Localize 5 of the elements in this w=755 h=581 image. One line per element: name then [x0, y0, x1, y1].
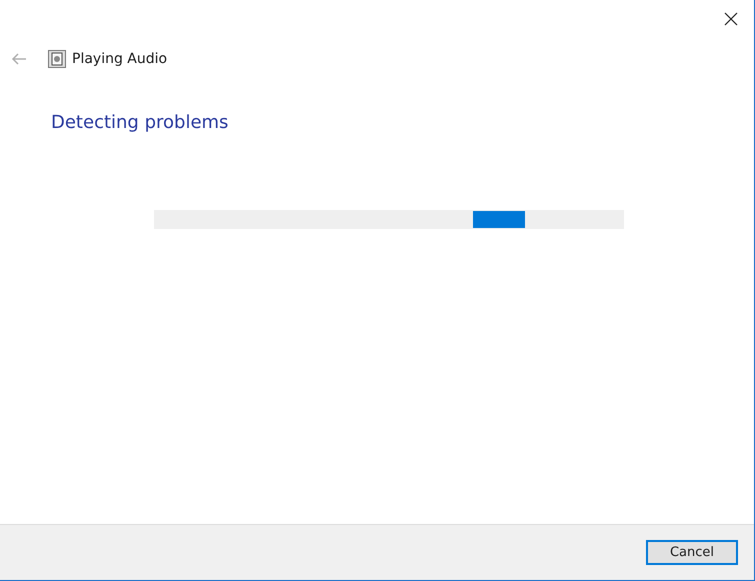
- page-heading: Detecting problems: [51, 112, 230, 133]
- window-title: Playing Audio: [72, 51, 168, 67]
- progress-marquee: [473, 211, 525, 228]
- cancel-button[interactable]: Cancel: [646, 540, 738, 565]
- speaker-icon: [48, 50, 66, 68]
